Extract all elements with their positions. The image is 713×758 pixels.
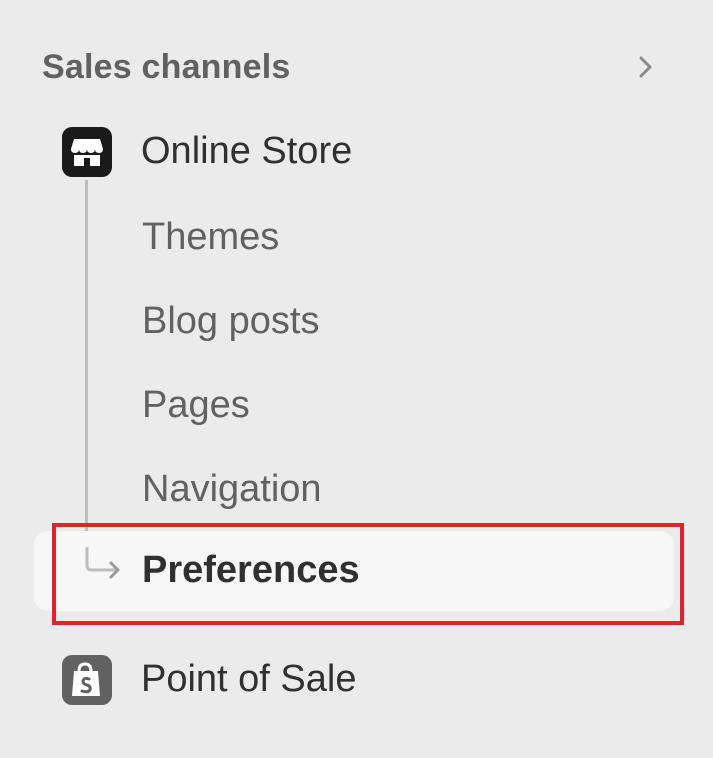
channel-label: Point of Sale xyxy=(141,658,357,700)
section-title: Sales channels xyxy=(42,48,291,86)
sub-item-label: Themes xyxy=(142,216,280,258)
sales-channels-nav: Sales channels Online Store Themes Blog … xyxy=(0,0,713,758)
sub-item-navigation[interactable]: Navigation xyxy=(0,448,713,528)
sales-channels-header[interactable]: Sales channels xyxy=(0,30,713,106)
sub-item-preferences[interactable]: Preferences xyxy=(34,531,674,611)
channel-point-of-sale[interactable]: Point of Sale xyxy=(0,640,713,720)
tree-branch-arrow-icon xyxy=(85,547,120,579)
sub-item-label: Preferences xyxy=(142,549,360,591)
channel-online-store[interactable]: Online Store xyxy=(0,112,713,192)
sub-item-label: Blog posts xyxy=(142,300,320,342)
chevron-right-icon[interactable] xyxy=(634,52,658,82)
sub-item-blog-posts[interactable]: Blog posts xyxy=(0,280,713,360)
sub-item-themes[interactable]: Themes xyxy=(0,196,713,276)
sub-item-label: Pages xyxy=(142,384,250,426)
store-icon xyxy=(62,127,112,177)
sub-item-pages[interactable]: Pages xyxy=(0,364,713,444)
channel-label: Online Store xyxy=(141,130,353,172)
shopping-bag-icon xyxy=(62,655,112,705)
sub-item-label: Navigation xyxy=(142,468,322,510)
